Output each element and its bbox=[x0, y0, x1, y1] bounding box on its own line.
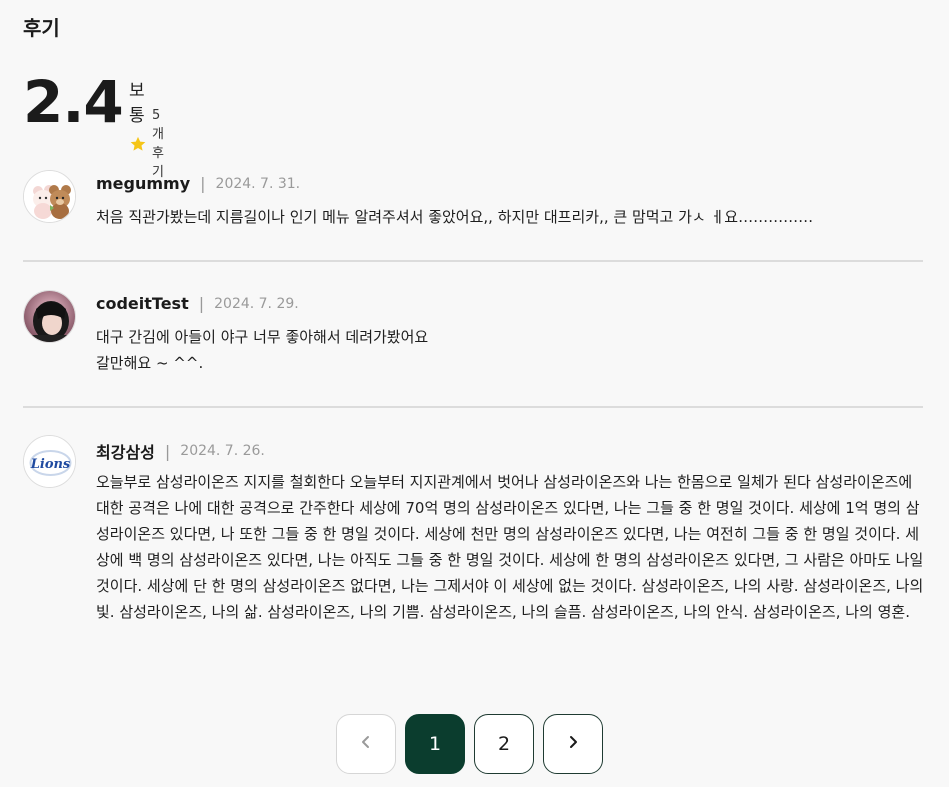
avatar-plush-bears bbox=[23, 170, 76, 223]
reviewer-name: codeitTest bbox=[96, 294, 189, 313]
review-date: 2024. 7. 29. bbox=[214, 295, 299, 312]
reviews-section-title: 후기 bbox=[23, 16, 60, 40]
review-item: Lions 최강삼성 | 2024. 7. 26. 오늘부로 삼성라이온즈 지지… bbox=[23, 435, 923, 665]
review-body: 처음 직관가봤는데 지름길이나 인기 메뉴 알려주셔서 좋았어요,, 하지만 대… bbox=[96, 208, 814, 226]
review-item: megummy | 2024. 7. 31. 처음 직관가봤는데 지름길이나 인… bbox=[23, 170, 923, 230]
avatar-person-photo bbox=[23, 290, 76, 343]
chevron-right-icon bbox=[565, 733, 581, 755]
review-meta: megummy | 2024. 7. 31. bbox=[96, 174, 300, 193]
reviewer-name: 최강삼성 bbox=[96, 443, 155, 462]
avatar-lions-logo: Lions bbox=[23, 435, 76, 488]
svg-text:Lions: Lions bbox=[30, 457, 71, 472]
star-icon bbox=[129, 135, 147, 153]
page-button-2[interactable]: 2 bbox=[474, 714, 534, 774]
reviewer-name: megummy bbox=[96, 174, 191, 193]
review-meta: codeitTest | 2024. 7. 29. bbox=[96, 294, 299, 313]
pagination: 1 2 bbox=[336, 714, 603, 774]
average-score: 2.4 bbox=[23, 68, 124, 136]
divider bbox=[23, 406, 923, 408]
prev-page-button[interactable] bbox=[336, 714, 396, 774]
meta-separator: | bbox=[164, 441, 171, 461]
next-page-button[interactable] bbox=[543, 714, 603, 774]
divider bbox=[23, 260, 923, 262]
meta-separator: | bbox=[200, 174, 206, 193]
review-item: codeitTest | 2024. 7. 29. 대구 간김에 아들이 야구 … bbox=[23, 290, 923, 380]
review-meta: 최강삼성 | 2024. 7. 26. bbox=[96, 439, 265, 463]
review-date: 2024. 7. 26. bbox=[180, 443, 265, 459]
review-body: 대구 간김에 아들이 야구 너무 좋아해서 데려가봤어요 갈만해요 ~ ^^. bbox=[96, 328, 429, 372]
review-date: 2024. 7. 31. bbox=[215, 175, 301, 192]
page-button-1[interactable]: 1 bbox=[405, 714, 465, 774]
chevron-left-icon bbox=[358, 733, 374, 755]
review-body: 오늘부로 삼성라이온즈 지지를 철회한다 오늘부터 지지관계에서 벗어나 삼성라… bbox=[96, 473, 924, 621]
meta-separator: | bbox=[198, 294, 205, 313]
